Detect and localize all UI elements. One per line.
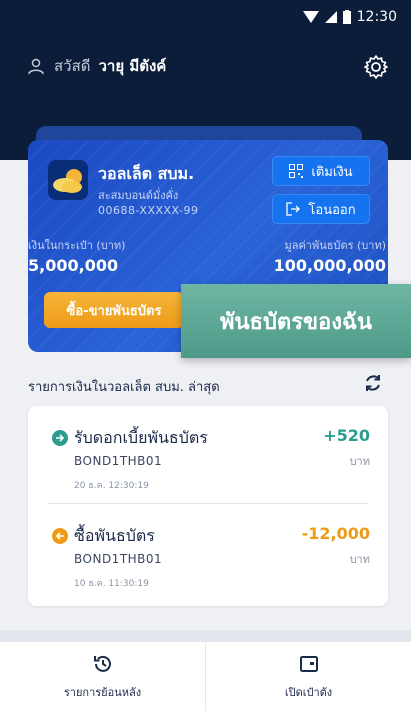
status-time: 12:30 <box>356 9 397 25</box>
my-bonds-button[interactable]: พันธบัตรของฉัน <box>181 284 411 358</box>
transaction-name: รับดอกเบี้ยพันธบัตร <box>74 428 208 447</box>
wallet-account-number: 00688-XXXXX-99 <box>98 204 199 217</box>
user-name: วายุ มีตังค์ <box>98 57 167 75</box>
topup-button[interactable]: เติมเงิน <box>272 156 370 186</box>
recent-transactions-title: รายการเงินในวอลเล็ต สบม. ล่าสุด <box>28 380 220 395</box>
arrow-right-circle-icon <box>52 430 68 446</box>
bond-value-label: มูลค่าพันธบัตร (บาท) <box>284 239 386 252</box>
balance-value: 5,000,000 <box>28 256 119 275</box>
qr-icon <box>289 164 304 178</box>
status-bar: 12:30 <box>0 0 411 36</box>
list-item[interactable]: รับดอกเบี้ยพันธบัตร BOND1THB01 20 ธ.ค. 1… <box>28 406 388 502</box>
battery-icon <box>342 10 351 24</box>
signal-icon <box>324 11 337 23</box>
bond-value: 100,000,000 <box>273 256 386 275</box>
arrow-left-circle-icon <box>52 528 68 544</box>
refresh-icon[interactable] <box>362 372 384 394</box>
history-label: รายการย้อนหลัง <box>63 685 142 699</box>
transaction-amount: -12,000 <box>301 524 370 543</box>
transactions-list: รับดอกเบี้ยพันธบัตร BOND1THB01 20 ธ.ค. 1… <box>28 406 388 606</box>
open-wallet-label: เปิดเป๋าตัง <box>284 685 333 699</box>
topup-label: เติมเงิน <box>311 164 353 180</box>
transaction-unit: บาท <box>349 553 370 566</box>
gear-icon[interactable] <box>363 54 389 80</box>
greeting-text: สวัสดี <box>54 57 91 75</box>
transfer-out-button[interactable]: โอนออก <box>272 194 370 224</box>
transaction-code: BOND1THB01 <box>74 454 163 468</box>
transaction-date: 10 ธ.ค. 11:30:19 <box>74 579 149 589</box>
wallet-subtitle: สะสมบอนด์มั่งคั่ง <box>98 189 179 202</box>
open-wallet-button[interactable]: เปิดเป๋าตัง <box>206 642 411 711</box>
transaction-code: BOND1THB01 <box>74 552 163 566</box>
transaction-name: ซื้อพันธบัตร <box>74 526 155 545</box>
transaction-unit: บาท <box>349 455 370 468</box>
user-icon <box>28 58 44 75</box>
history-button[interactable]: รายการย้อนหลัง <box>0 642 205 711</box>
wallet-logo-icon <box>48 160 88 200</box>
list-item[interactable]: ซื้อพันธบัตร BOND1THB01 10 ธ.ค. 11:30:19… <box>28 504 388 600</box>
greeting: สวัสดี วายุ มีตังค์ <box>26 54 166 78</box>
transfer-out-label: โอนออก <box>308 202 356 218</box>
balance-label: เงินในกระเป๋า (บาท) <box>28 239 126 252</box>
wallet-icon <box>299 655 318 672</box>
bottom-nav: รายการย้อนหลัง เปิดเป๋าตัง <box>0 642 411 711</box>
buy-sell-bond-button[interactable]: ซื้อ-ขายพันธบัตร <box>44 292 184 328</box>
transaction-date: 20 ธ.ค. 12:30:19 <box>74 481 149 491</box>
history-icon <box>93 655 111 672</box>
wifi-icon <box>302 11 319 23</box>
bottom-separator <box>0 630 411 642</box>
wallet-title: วอลเล็ต สบม. <box>98 164 195 183</box>
transfer-out-icon <box>286 202 301 216</box>
transaction-amount: +520 <box>323 426 370 445</box>
